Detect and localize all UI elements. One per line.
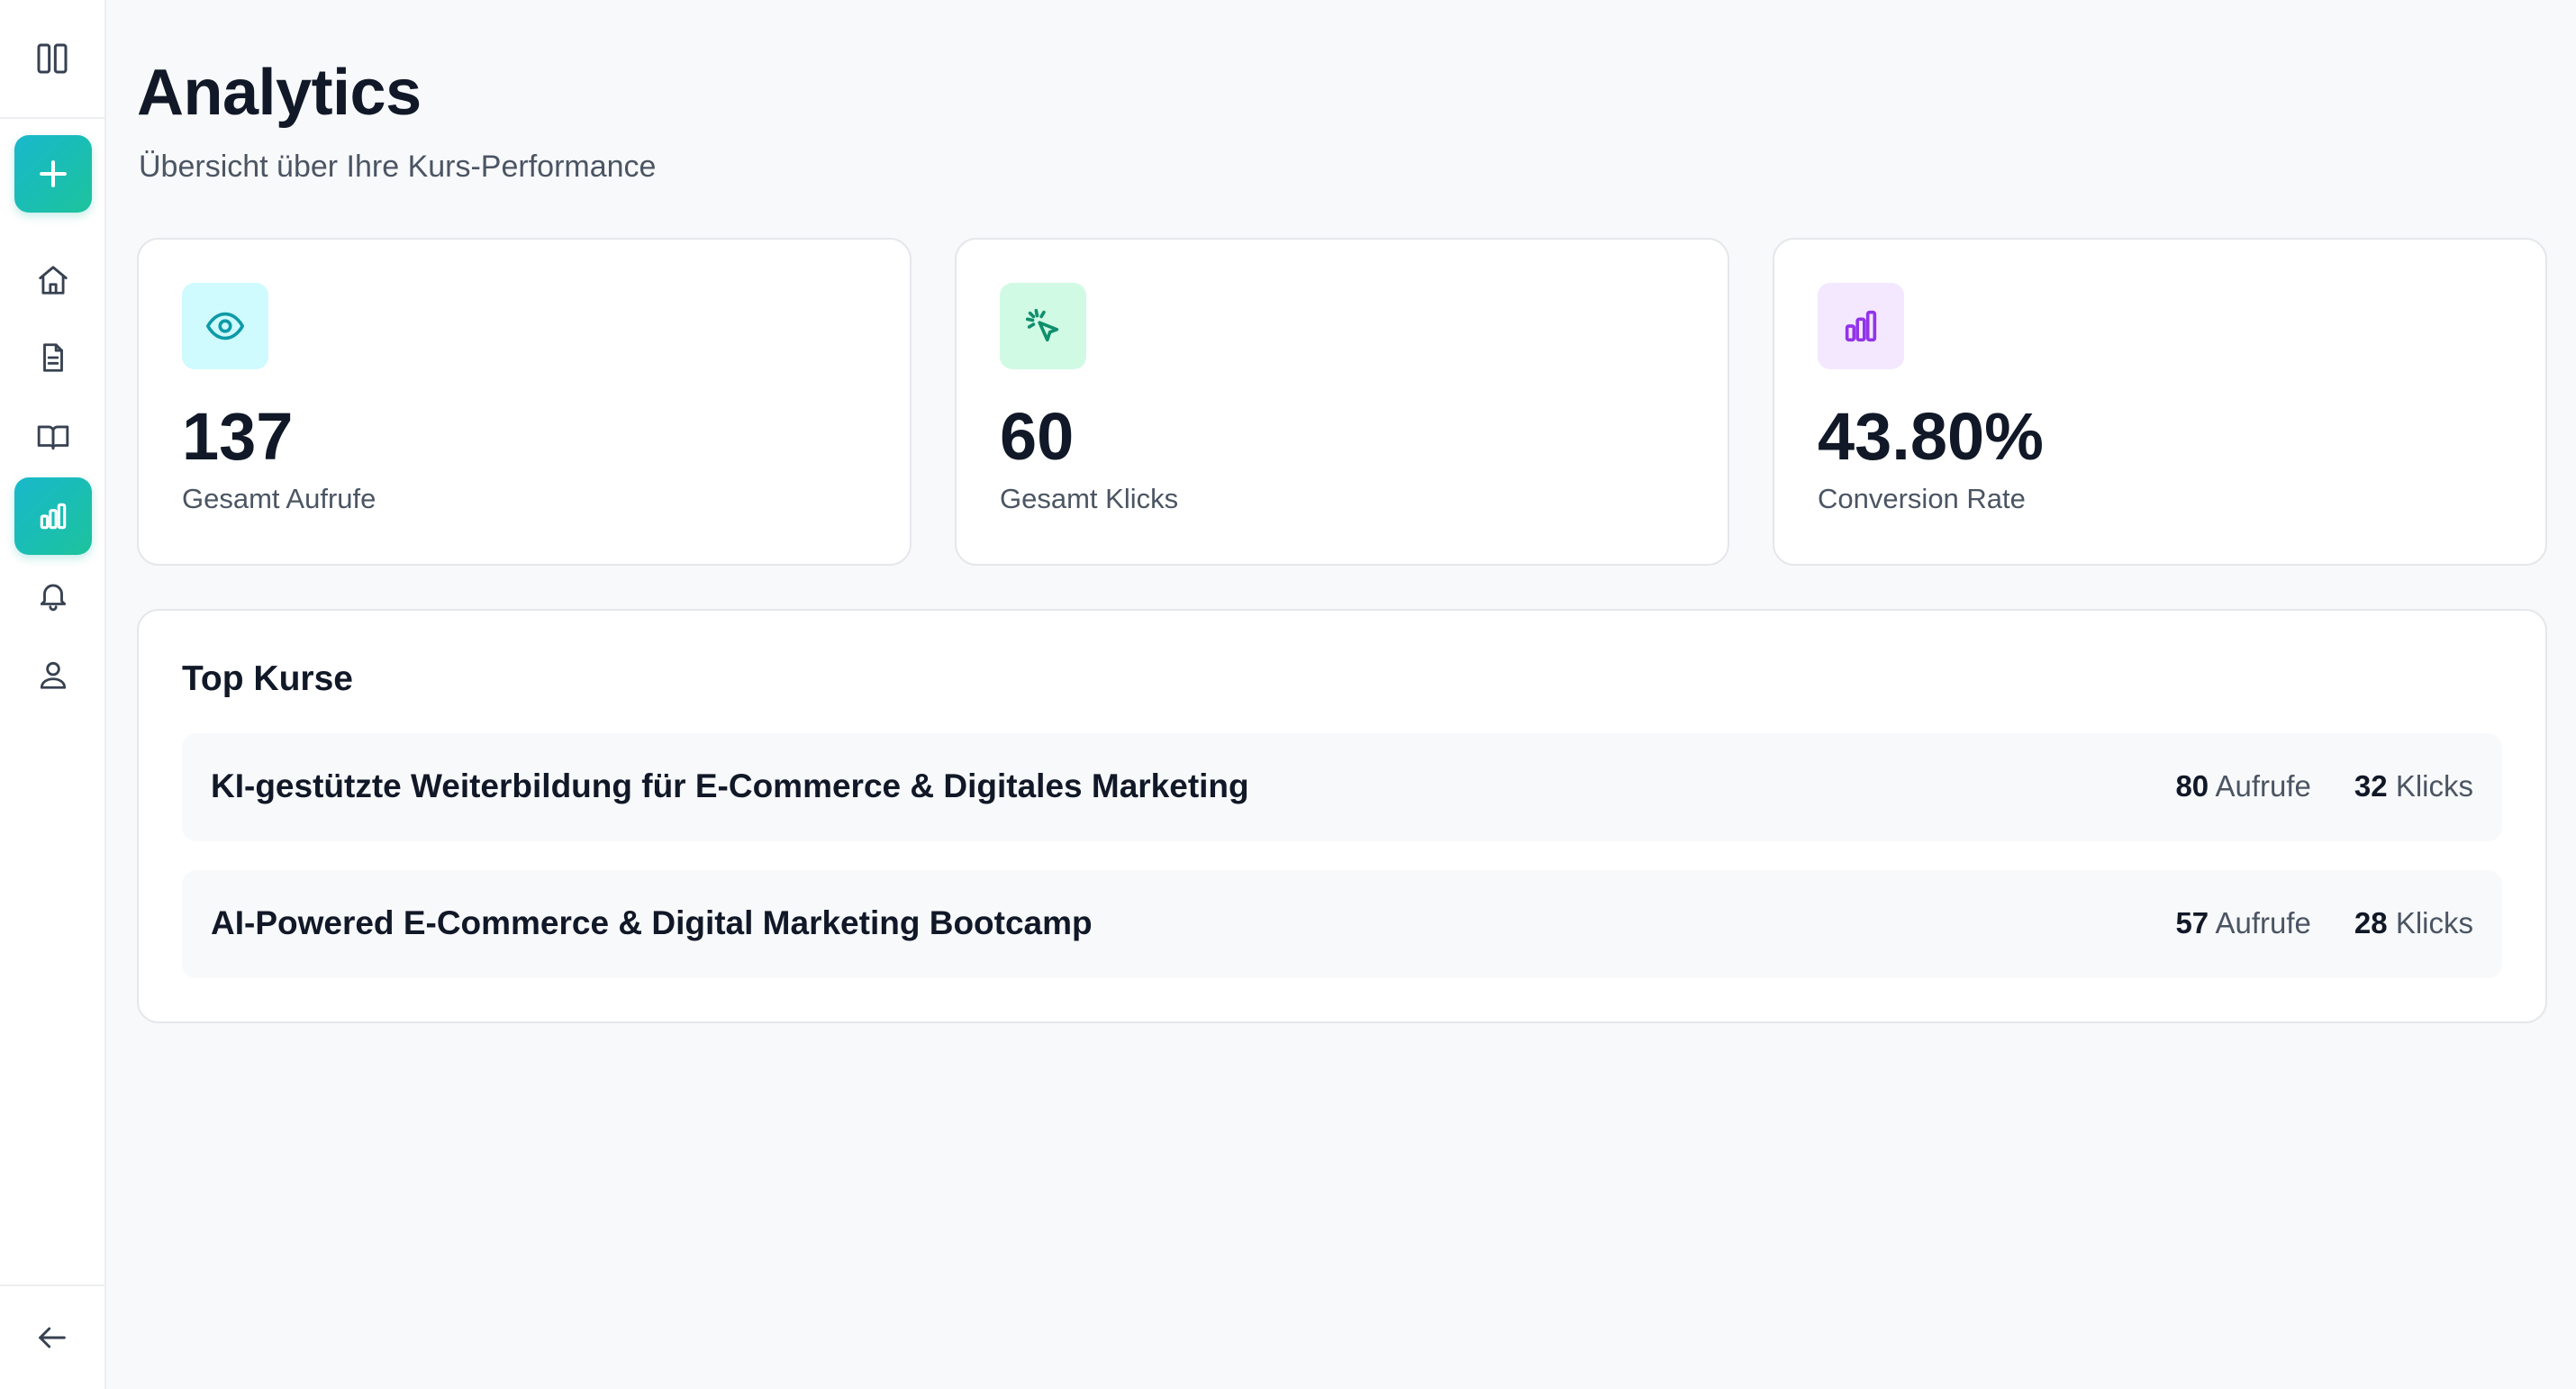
list-item[interactable]: KI-gestützte Weiterbildung für E-Commerc… bbox=[182, 733, 2502, 841]
section-title: Top Kurse bbox=[182, 659, 353, 698]
user-icon bbox=[36, 658, 70, 692]
stat-value: 43.80% bbox=[1818, 399, 2044, 474]
course-views: 57 Aufrufe bbox=[2175, 906, 2311, 940]
stat-icon-wrapper bbox=[182, 283, 268, 369]
course-views: 80 Aufrufe bbox=[2175, 769, 2311, 803]
stat-label: Gesamt Klicks bbox=[1000, 483, 1179, 514]
page-subtitle: Übersicht über Ihre Kurs-Performance bbox=[139, 150, 657, 184]
arrow-left-icon[interactable] bbox=[34, 1320, 70, 1356]
sidebar-footer bbox=[0, 1285, 104, 1389]
eye-icon bbox=[204, 305, 246, 347]
cursor-click-icon bbox=[1022, 305, 1064, 347]
plus-icon bbox=[33, 154, 73, 194]
book-icon bbox=[36, 420, 70, 454]
list-item[interactable]: AI-Powered E-Commerce & Digital Marketin… bbox=[182, 870, 2502, 978]
create-button[interactable] bbox=[14, 135, 92, 213]
bar-chart-icon bbox=[1840, 305, 1882, 347]
sidebar-item-notifications[interactable] bbox=[14, 557, 92, 634]
sidebar-item-analytics[interactable] bbox=[14, 477, 92, 555]
stat-label: Conversion Rate bbox=[1818, 483, 2026, 514]
stat-label: Gesamt Aufrufe bbox=[182, 483, 376, 514]
stat-card-conversion: 43.80% Conversion Rate bbox=[1773, 238, 2547, 566]
stat-value: 137 bbox=[182, 399, 294, 474]
sidebar-item-home[interactable] bbox=[14, 241, 92, 319]
course-clicks: 32 Klicks bbox=[2354, 769, 2473, 803]
sidebar-item-documents[interactable] bbox=[14, 319, 92, 396]
top-courses-panel: Top Kurse KI-gestützte Weiterbildung für… bbox=[137, 609, 2547, 1023]
stat-icon-wrapper bbox=[1818, 283, 1904, 369]
home-icon bbox=[36, 263, 70, 297]
sidebar bbox=[0, 0, 106, 1389]
course-stats: 80 Aufrufe 32 Klicks bbox=[2175, 769, 2473, 803]
panel-columns-icon[interactable] bbox=[34, 41, 70, 77]
stat-value: 60 bbox=[1000, 399, 1075, 474]
stat-card-views: 137 Gesamt Aufrufe bbox=[137, 238, 912, 566]
course-name: AI-Powered E-Commerce & Digital Marketin… bbox=[211, 904, 1093, 941]
document-icon bbox=[36, 340, 70, 375]
bar-chart-icon bbox=[36, 499, 70, 533]
course-name: KI-gestützte Weiterbildung für E-Commerc… bbox=[211, 767, 1249, 804]
stat-card-clicks: 60 Gesamt Klicks bbox=[955, 238, 1729, 566]
course-stats: 57 Aufrufe 28 Klicks bbox=[2175, 906, 2473, 940]
bell-icon bbox=[36, 578, 70, 613]
sidebar-header bbox=[0, 0, 104, 119]
sidebar-item-profile[interactable] bbox=[14, 636, 92, 713]
stat-icon-wrapper bbox=[1000, 283, 1086, 369]
sidebar-item-courses[interactable] bbox=[14, 398, 92, 476]
page-title: Analytics bbox=[137, 57, 422, 129]
course-clicks: 28 Klicks bbox=[2354, 906, 2473, 940]
